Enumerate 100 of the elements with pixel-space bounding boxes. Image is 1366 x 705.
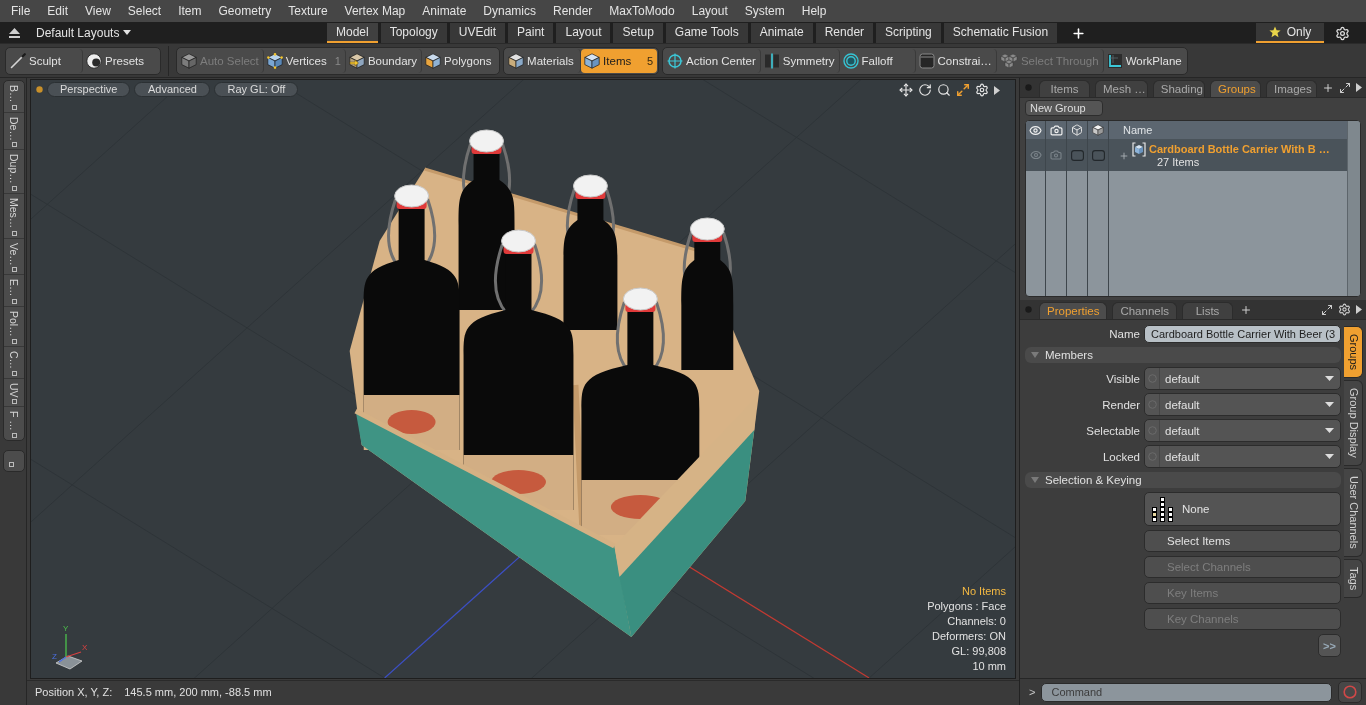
vertical-tab[interactable]: UV	[4, 378, 24, 408]
menu-item[interactable]: Help	[801, 4, 827, 18]
panel-tab[interactable]: Mesh …	[1095, 80, 1148, 97]
caret-right-icon[interactable]	[1356, 305, 1362, 314]
settings-icon[interactable]	[1338, 303, 1351, 316]
menu-item[interactable]: MaxToModo	[609, 4, 675, 18]
caret-right-icon[interactable]	[1356, 83, 1362, 92]
action-button[interactable]: Select Items	[1144, 530, 1341, 552]
layout-tab[interactable]: Setup	[613, 23, 663, 43]
command-field[interactable]: Command	[1041, 682, 1332, 702]
panel-tab[interactable]: Images	[1266, 80, 1317, 97]
side-tab[interactable]: Group Display	[1344, 380, 1363, 466]
camera-icon[interactable]	[1049, 123, 1063, 137]
menu-item[interactable]: Geometry	[218, 4, 272, 18]
viewport-option[interactable]: Advanced	[134, 82, 211, 97]
vertical-tab[interactable]: Mes…	[4, 194, 24, 239]
vertical-tab[interactable]: E…	[4, 275, 24, 307]
menu-item[interactable]: Animate	[422, 4, 467, 18]
search-icon[interactable]	[937, 83, 951, 97]
filter-tab[interactable]: Only	[1256, 23, 1324, 43]
plus-icon[interactable]	[1119, 151, 1129, 161]
dropdown[interactable]: default	[1144, 367, 1341, 390]
menu-item[interactable]: Layout	[691, 4, 728, 18]
menu-item[interactable]: System	[744, 4, 785, 18]
scrollbar[interactable]	[1347, 121, 1360, 296]
column-header[interactable]: Name	[1123, 124, 1153, 136]
record-button[interactable]	[1338, 681, 1362, 703]
panel-tab[interactable]: Lists	[1182, 302, 1233, 319]
expand-icon[interactable]	[1321, 303, 1333, 316]
tool-button[interactable]: Items 5	[581, 48, 658, 73]
layout-tab[interactable]: Layout	[556, 23, 611, 43]
layout-tab[interactable]: Game Tools	[665, 23, 748, 43]
dropdown[interactable]: default	[1144, 393, 1341, 416]
panel-tab[interactable]: Properties	[1039, 302, 1108, 319]
menu-item[interactable]: Edit	[47, 4, 69, 18]
dropdown[interactable]: default	[1144, 419, 1341, 442]
menu-item[interactable]: Texture	[288, 4, 328, 18]
side-tab[interactable]: Groups	[1344, 326, 1363, 379]
panel-tab[interactable]: Groups	[1210, 80, 1261, 97]
menu-item[interactable]: Item	[178, 4, 202, 18]
settings-icon[interactable]	[975, 83, 989, 97]
layout-tab[interactable]: Paint	[508, 23, 554, 43]
vertical-tab[interactable]: C…	[4, 346, 24, 379]
new-group-button[interactable]: New Group	[1025, 100, 1103, 116]
tool-button[interactable]: Polygons	[422, 48, 499, 73]
menu-item[interactable]: Dynamics	[483, 4, 536, 18]
layout-tab[interactable]: Schematic Fusion	[943, 23, 1058, 43]
dropdown[interactable]: default	[1144, 445, 1341, 468]
tool-button[interactable]: Constrai…	[915, 48, 997, 73]
toggle-box-icon[interactable]	[1070, 149, 1084, 161]
tool-button[interactable]: Presets	[83, 48, 159, 73]
layout-tab[interactable]: UVEdit	[449, 23, 506, 43]
viewport-option[interactable]: Ray GL: Off	[214, 82, 299, 97]
layouts-menu[interactable]: Default Layouts	[34, 23, 134, 42]
tool-button[interactable]: Materials	[505, 48, 582, 73]
vertical-tab[interactable]: Pol…	[4, 306, 24, 347]
tool-button[interactable]: Boundary	[345, 48, 423, 73]
move-icon[interactable]	[899, 83, 913, 97]
caret-right-icon[interactable]	[994, 85, 1000, 95]
vertical-tab[interactable]: Dup…	[4, 150, 24, 195]
tool-button[interactable]: Action Center	[664, 48, 761, 73]
expand-icon[interactable]	[1339, 81, 1351, 94]
menu-item[interactable]: View	[85, 4, 111, 18]
panel-tab[interactable]: Items	[1039, 80, 1090, 97]
tool-button[interactable]: Vertices 1	[263, 48, 346, 73]
section-header[interactable]: Selection & Keying	[1025, 472, 1341, 488]
vertical-tab[interactable]: F …	[4, 407, 24, 441]
layout-tab[interactable]: Topology	[380, 23, 447, 43]
eye-icon[interactable]	[1029, 123, 1042, 137]
name-field[interactable]: Cardboard Bottle Carrier With Beer (3	[1144, 325, 1341, 343]
layout-tab[interactable]: Model	[327, 23, 378, 43]
group-row[interactable]: Cardboard Bottle Carrier With B … 27 Items	[1026, 139, 1347, 171]
side-tab[interactable]: User Channels	[1344, 467, 1363, 557]
cube-icon[interactable]	[1092, 124, 1104, 136]
panel-tab[interactable]: Shading	[1152, 80, 1205, 97]
rotate-icon[interactable]	[918, 83, 932, 97]
menu-item[interactable]: File	[11, 4, 31, 18]
tool-button[interactable]: WorkPlane	[1103, 48, 1186, 73]
plus-icon[interactable]	[1240, 303, 1252, 316]
tool-button[interactable]: Sculpt	[7, 48, 83, 73]
tool-button[interactable]: Falloff	[839, 48, 916, 73]
side-tab[interactable]: Tags	[1344, 558, 1363, 598]
sidebar-button[interactable]	[3, 450, 25, 473]
viewport-3d[interactable]: Perspective Advanced Ray GL: Off No Items Polygons : Face Channels: 0 Deformers: ON GL: 99,808 10 mm Y X Z	[30, 79, 1016, 679]
layout-tab[interactable]: Animate	[750, 23, 813, 43]
section-header[interactable]: Members	[1025, 347, 1341, 363]
vertical-tab[interactable]: B…	[4, 81, 24, 113]
mode-button[interactable]: None	[1144, 492, 1341, 526]
plus-icon[interactable]	[1322, 81, 1334, 94]
toggle-box-icon[interactable]	[1091, 149, 1105, 161]
vertical-tab[interactable]: Ve…	[4, 238, 24, 276]
vertical-tab[interactable]: De…	[4, 112, 24, 151]
menu-item[interactable]: Render	[553, 4, 593, 18]
layout-tab[interactable]: Scripting	[876, 23, 941, 43]
panel-tab[interactable]: Channels	[1112, 302, 1177, 319]
tool-button[interactable]: Symmetry	[760, 48, 840, 73]
cube-icon[interactable]	[1071, 124, 1083, 136]
viewport-option[interactable]: Perspective	[47, 82, 131, 97]
menu-item[interactable]: Vertex Map	[344, 4, 406, 18]
expand-arrows-icon[interactable]	[956, 83, 970, 97]
